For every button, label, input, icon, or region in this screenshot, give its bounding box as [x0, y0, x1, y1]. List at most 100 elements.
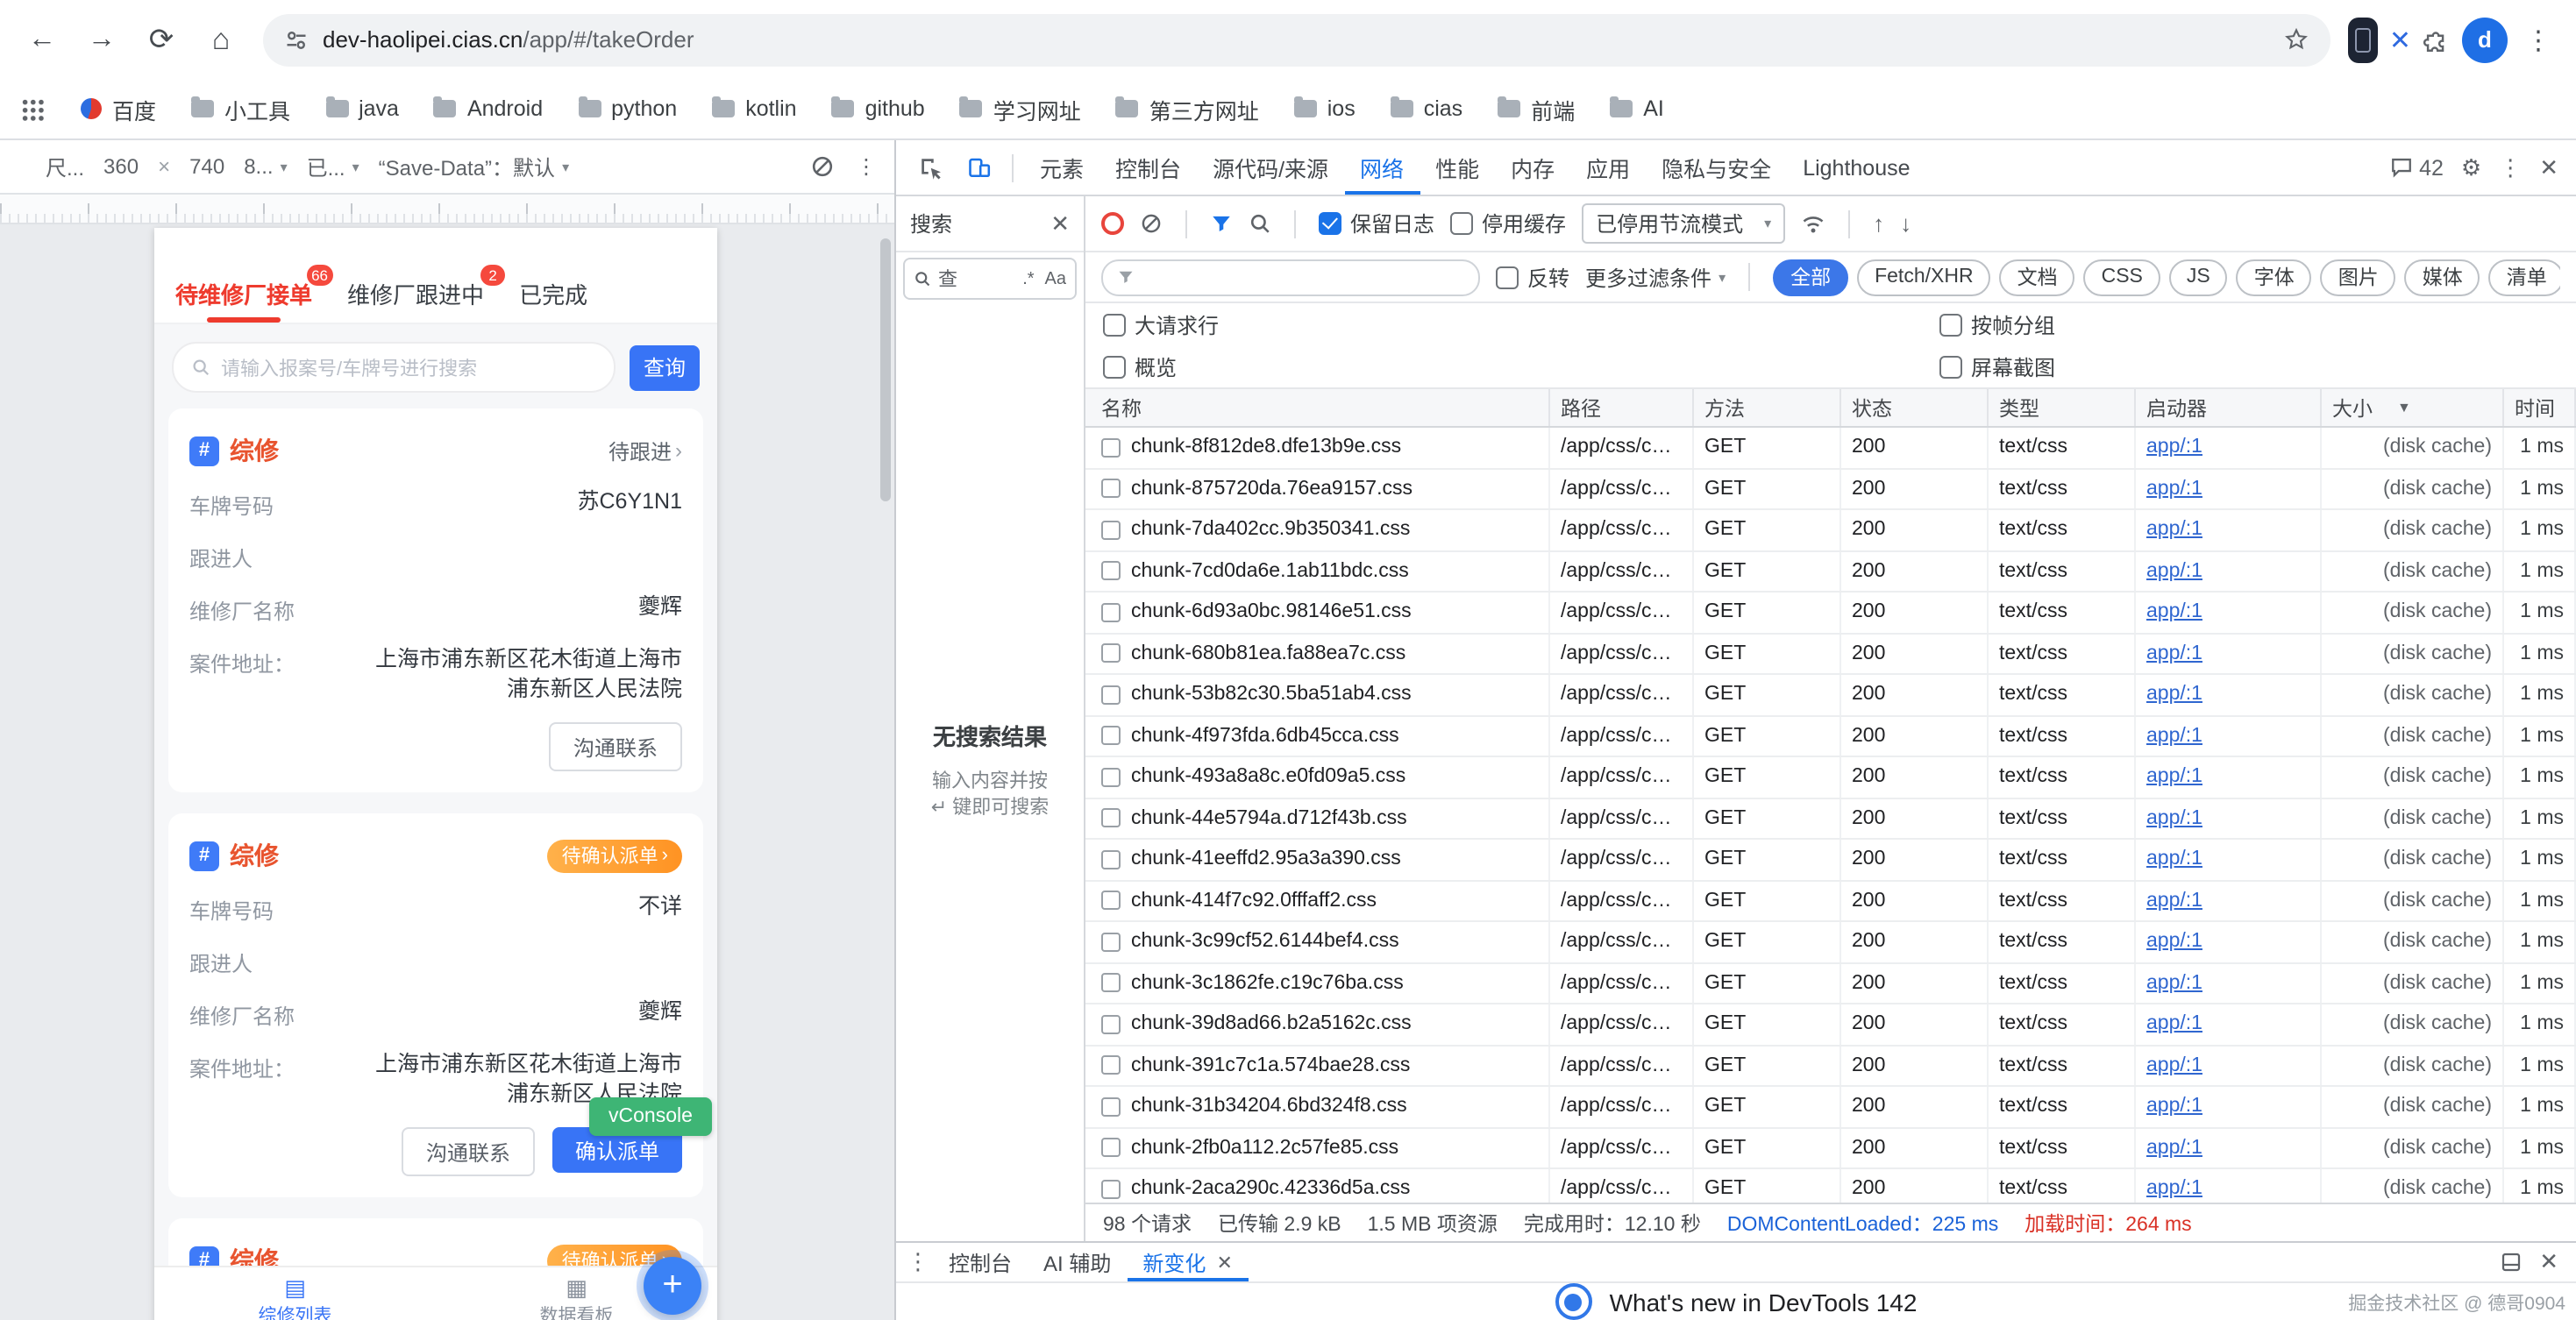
bookmark-item[interactable]: 前端	[1482, 85, 1590, 132]
initiator-link[interactable]: app/:1	[2146, 1055, 2202, 1076]
initiator-link[interactable]: app/:1	[2146, 808, 2202, 829]
devtools-tab[interactable]: 应用	[1570, 140, 1646, 195]
network-request-row[interactable]: chunk-53b82c30.5ba51ab4.css /app/css/c… …	[1085, 675, 2576, 716]
record-network-icon[interactable]	[1101, 212, 1124, 235]
dock-panel-icon[interactable]	[2501, 1252, 2522, 1273]
whats-new-title[interactable]: What's new in DevTools 142	[1610, 1288, 1918, 1316]
row-checkbox[interactable]	[1101, 891, 1121, 911]
bookmark-item[interactable]: kotlin	[696, 89, 812, 128]
filter-chip[interactable]: 全部	[1773, 259, 1848, 295]
devtools-tab[interactable]: Lighthouse	[1787, 140, 1925, 195]
device-throttle-dropdown[interactable]: 已...	[307, 152, 359, 181]
contact-button[interactable]: 沟通联系	[549, 722, 682, 771]
column-header-initiator[interactable]: 启动器	[2136, 389, 2322, 426]
initiator-link[interactable]: app/:1	[2146, 1138, 2202, 1159]
network-request-row[interactable]: chunk-875720da.76ea9157.css /app/css/c… …	[1085, 469, 2576, 510]
device-type-dropdown[interactable]: 尺...	[46, 152, 84, 181]
row-checkbox[interactable]	[1101, 1180, 1121, 1199]
search-query-input[interactable]: 查 .* Aa	[903, 258, 1077, 300]
export-har-icon[interactable]	[1900, 210, 1911, 237]
row-checkbox[interactable]	[1101, 438, 1121, 458]
settings-gear-icon[interactable]: ⚙	[2461, 153, 2481, 181]
row-checkbox[interactable]	[1101, 562, 1121, 581]
row-checkbox[interactable]	[1101, 768, 1121, 787]
vconsole-button[interactable]: vConsole	[589, 1097, 712, 1136]
devtools-tab[interactable]: 网络	[1344, 140, 1420, 195]
initiator-link[interactable]: app/:1	[2146, 479, 2202, 500]
network-request-row[interactable]: chunk-7cd0da6e.1ab11bdc.css /app/css/c… …	[1085, 551, 2576, 593]
filter-chip[interactable]: CSS	[2084, 259, 2160, 295]
network-request-row[interactable]: chunk-4f973fda.6db45cca.css /app/css/c… …	[1085, 716, 2576, 757]
network-conditions-icon[interactable]	[1801, 211, 1825, 236]
app-tab[interactable]: 待维修厂接单 66	[175, 263, 312, 323]
network-request-row[interactable]: chunk-31b34204.6bd324f8.css /app/css/c… …	[1085, 1087, 2576, 1128]
row-checkbox[interactable]	[1101, 479, 1121, 499]
profile-avatar[interactable]: d	[2462, 17, 2508, 62]
issues-counter[interactable]: 42	[2389, 155, 2444, 180]
inspect-element-icon[interactable]	[907, 145, 952, 190]
network-request-row[interactable]: chunk-2aca290c.42336d5a.css /app/css/c… …	[1085, 1169, 2576, 1203]
network-request-row[interactable]: chunk-2fb0a112.2c57fe85.css /app/css/c… …	[1085, 1128, 2576, 1169]
address-bar[interactable]: dev-haolipei.cias.cn/app/#/takeOrder	[263, 13, 2331, 66]
initiator-link[interactable]: app/:1	[2146, 767, 2202, 788]
emulation-scrollbar[interactable]	[880, 238, 891, 501]
filter-funnel-icon[interactable]	[1210, 212, 1233, 235]
column-header-status[interactable]: 状态	[1841, 389, 1989, 426]
column-header-size[interactable]: 大小▼	[2322, 389, 2504, 426]
more-filters-dropdown[interactable]: 更多过滤条件	[1585, 262, 1726, 292]
bookmark-item[interactable]: java	[310, 89, 415, 128]
bookmark-item[interactable]: 学习网址	[944, 85, 1097, 132]
initiator-link[interactable]: app/:1	[2146, 1096, 2202, 1118]
repair-order-card[interactable]: # 综修 待跟进› 车牌号码苏C6Y1N1 跟进人 维修厂名称夔辉 案件地址：上…	[168, 408, 703, 792]
network-request-row[interactable]: chunk-680b81ea.fa88ea7c.css /app/css/c… …	[1085, 634, 2576, 675]
drawer-menu-icon[interactable]	[907, 1248, 929, 1276]
no-throttle-icon[interactable]	[810, 154, 835, 179]
app-tab[interactable]: 维修厂跟进中 2	[347, 263, 484, 323]
network-filter-input[interactable]	[1101, 259, 1480, 295]
initiator-link[interactable]: app/:1	[2146, 891, 2202, 912]
initiator-link[interactable]: app/:1	[2146, 685, 2202, 706]
filter-chip[interactable]: 字体	[2237, 259, 2312, 295]
network-request-row[interactable]: chunk-6d93a0bc.98146e51.css /app/css/c… …	[1085, 593, 2576, 634]
column-header-type[interactable]: 类型	[1989, 389, 2136, 426]
order-status-badge[interactable]: 待确认派单›	[548, 839, 682, 872]
row-checkbox[interactable]	[1101, 685, 1121, 705]
bookmark-item[interactable]: AI	[1594, 89, 1680, 128]
filter-chip[interactable]: 媒体	[2405, 259, 2480, 295]
drawer-tab[interactable]: AI 辅助✕	[1028, 1243, 1127, 1281]
tab-close-icon[interactable]: ✕	[1216, 1251, 1232, 1274]
network-request-row[interactable]: chunk-414f7c92.0fffaff2.css /app/css/c… …	[1085, 881, 2576, 922]
devtools-close-icon[interactable]	[2539, 153, 2558, 181]
reload-icon[interactable]	[137, 15, 186, 64]
apps-grid-icon[interactable]	[21, 97, 44, 120]
row-checkbox[interactable]	[1101, 644, 1121, 664]
filter-chip[interactable]: 清单	[2489, 259, 2560, 295]
network-request-row[interactable]: chunk-493a8a8c.e0fd09a5.css /app/css/c… …	[1085, 757, 2576, 798]
bookmark-item[interactable]: Android	[418, 89, 559, 128]
row-checkbox[interactable]	[1101, 603, 1121, 622]
bookmark-item[interactable]: 百度	[65, 85, 172, 132]
initiator-link[interactable]: app/:1	[2146, 849, 2202, 870]
bookmark-item[interactable]: cias	[1375, 89, 1478, 128]
row-checkbox[interactable]	[1101, 727, 1121, 746]
initiator-link[interactable]: app/:1	[2146, 602, 2202, 623]
home-icon[interactable]	[196, 15, 246, 64]
zoom-dropdown[interactable]: 8...	[244, 154, 287, 179]
regex-toggle[interactable]: .*	[1022, 269, 1034, 288]
filter-chip[interactable]: JS	[2169, 259, 2228, 295]
initiator-link[interactable]: app/:1	[2146, 973, 2202, 994]
initiator-link[interactable]: app/:1	[2146, 726, 2202, 747]
network-request-row[interactable]: chunk-3c99cf52.6144bef4.css /app/css/c… …	[1085, 922, 2576, 963]
drawer-close-icon[interactable]	[2539, 1248, 2558, 1276]
network-request-row[interactable]: chunk-391c7c1a.574bae28.css /app/css/c… …	[1085, 1046, 2576, 1087]
match-case-toggle[interactable]: Aa	[1045, 269, 1066, 288]
bookmark-item[interactable]: github	[816, 89, 941, 128]
column-header-time[interactable]: 时间	[2504, 389, 2576, 426]
search-panel-close-icon[interactable]	[1050, 209, 1070, 238]
url-text[interactable]: dev-haolipei.cias.cn/app/#/takeOrder	[323, 26, 694, 53]
network-request-row[interactable]: chunk-39d8ad66.b2a5162c.css /app/css/c… …	[1085, 1004, 2576, 1046]
device-toolbar-toggle-icon[interactable]	[956, 145, 1001, 190]
row-checkbox[interactable]	[1101, 1056, 1121, 1075]
network-search-icon[interactable]	[1249, 212, 1271, 235]
devtools-tab[interactable]: 控制台	[1099, 140, 1197, 195]
